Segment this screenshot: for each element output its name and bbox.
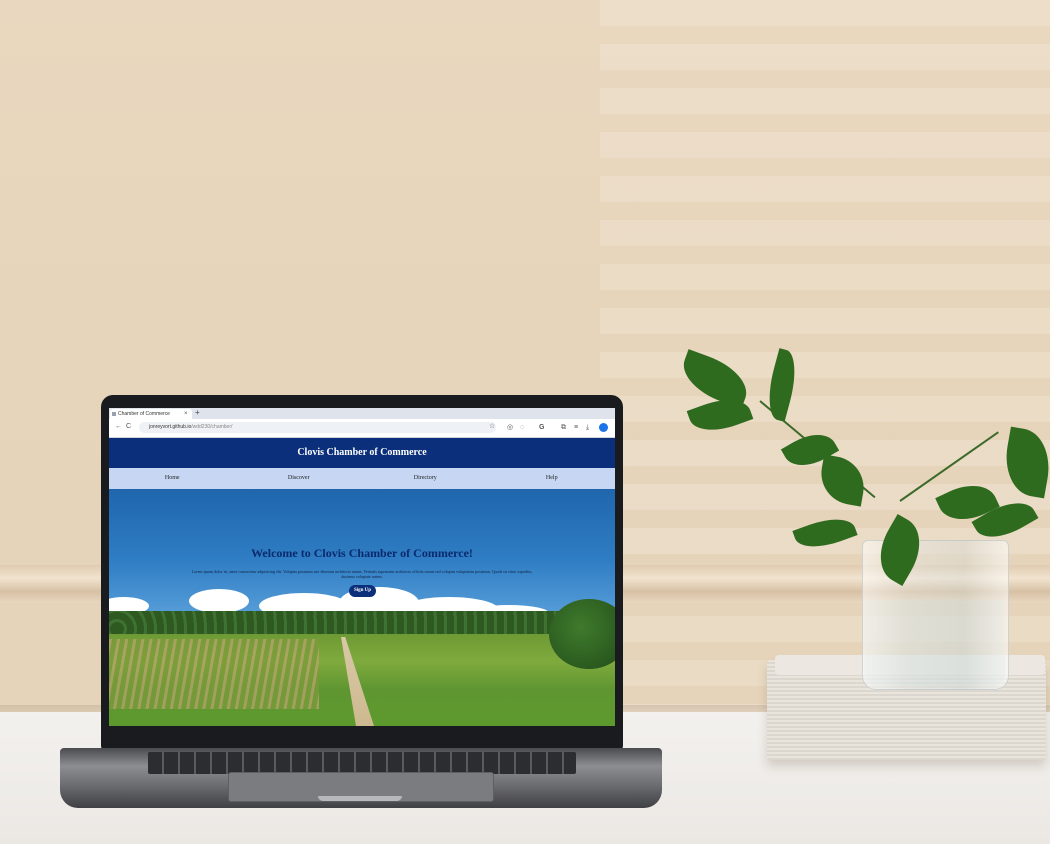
nav-link-home[interactable]: Home — [109, 468, 236, 489]
bookmark-star-icon[interactable]: ☆ — [489, 422, 495, 430]
extension-icon[interactable]: ◌ — [520, 423, 524, 432]
nav-link-discover[interactable]: Discover — [236, 468, 363, 489]
browser-tab[interactable]: Chamber of Commerce × — [110, 409, 192, 419]
browser-tab-bar: Chamber of Commerce × + — [109, 408, 615, 419]
extensions-puzzle-icon[interactable]: ⧉ — [561, 423, 566, 432]
download-icon[interactable]: ⤓ — [586, 423, 589, 432]
hero-paragraph: Lorem ipsum dolor sit, amet consectetur … — [191, 569, 533, 579]
laptop-screen: Chamber of Commerce × + ← C jonreyvort.g… — [109, 408, 615, 726]
hero-title: Welcome to Clovis Chamber of Commerce! — [251, 546, 473, 560]
laptop-lip — [318, 796, 402, 801]
tab-title: Chamber of Commerce — [118, 411, 170, 417]
web-page: Clovis Chamber of Commerce Home Discover… — [109, 438, 615, 726]
close-tab-icon[interactable]: × — [184, 409, 188, 419]
site-header: Clovis Chamber of Commerce — [109, 438, 615, 468]
reload-icon[interactable]: C — [126, 422, 131, 432]
extension-icon[interactable]: ◎ — [507, 423, 513, 432]
google-icon[interactable]: G — [539, 423, 544, 432]
nav-link-help[interactable]: Help — [489, 468, 616, 489]
favicon-icon — [112, 412, 116, 416]
url-host: jonreyvort.github.io — [149, 424, 192, 430]
new-tab-icon[interactable]: + — [195, 408, 200, 418]
hero-section: Welcome to Clovis Chamber of Commerce! L… — [109, 489, 615, 726]
back-icon[interactable]: ← — [115, 422, 122, 432]
profile-avatar-icon[interactable] — [599, 423, 608, 432]
laptop-keyboard — [148, 752, 576, 774]
sign-up-button[interactable]: Sign Up — [349, 585, 376, 597]
site-title: Clovis Chamber of Commerce — [297, 447, 427, 458]
url-path: /wdd230/chamber/ — [191, 424, 233, 430]
nav-link-directory[interactable]: Directory — [362, 468, 489, 489]
tab-search-icon[interactable]: ≡ — [574, 423, 578, 432]
browser-toolbar: ← C jonreyvort.github.io/wdd230/chamber/… — [109, 419, 615, 438]
site-nav: Home Discover Directory Help — [109, 468, 615, 489]
address-bar[interactable]: jonreyvort.github.io/wdd230/chamber/ — [139, 422, 496, 433]
